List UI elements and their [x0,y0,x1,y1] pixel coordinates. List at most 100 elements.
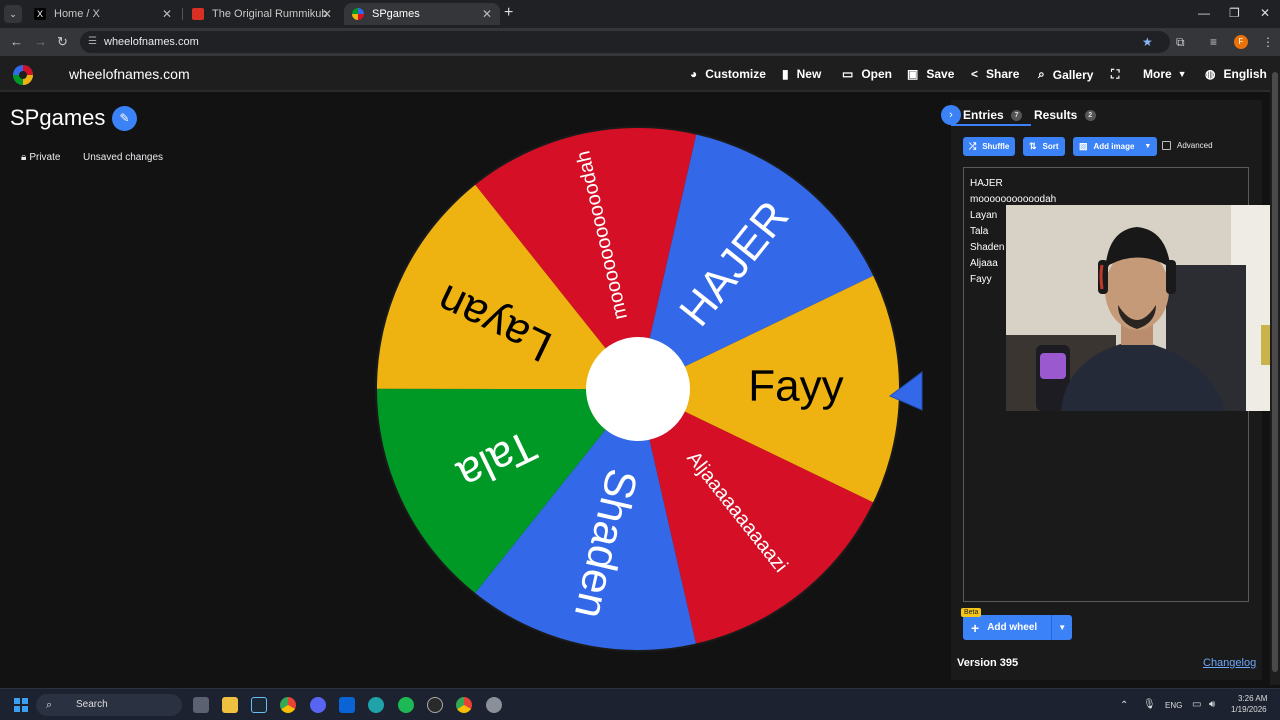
button-label: Add wheel [987,622,1038,633]
shuffle-icon: ⤮ [969,141,977,151]
tab-results[interactable]: Results 2 [1034,108,1096,122]
save-button[interactable]: ▣ Save [907,67,954,81]
tab-search-button[interactable]: ⌄ [4,5,22,23]
advanced-checkbox[interactable]: Advanced [1162,141,1213,150]
bookmark-star-icon[interactable]: ★ [1142,35,1153,49]
steam-icon[interactable] [251,697,267,713]
unsaved-status-chip: Unsaved changes [79,149,167,165]
menu-label: Open [861,67,893,81]
chrome-icon[interactable] [280,697,296,713]
media-icon[interactable]: ≡ [1210,35,1217,49]
document-icon: ▮ [782,67,789,81]
window-close-icon[interactable]: ✕ [1260,6,1270,20]
entries-count-badge: 7 [1011,110,1023,122]
x-logo-icon: X [34,8,46,20]
changelog-link[interactable]: Changelog [1203,657,1256,669]
webcam-person-image [1006,205,1280,411]
spin-wheel[interactable]: HAJERmooooooooooodahLayanTalaShaden Aljaa… [370,122,930,662]
close-icon[interactable]: ✕ [322,7,332,21]
menu-label: Share [986,67,1020,81]
extensions-icon[interactable]: ⧉ [1176,35,1185,50]
browser-tab-x[interactable]: X Home / X ✕ [26,3,180,25]
url-text: wheelofnames.com [104,36,199,48]
scrollbar-thumb[interactable] [1272,72,1278,672]
sort-button[interactable]: ⇅ Sort [1023,137,1065,156]
results-count-badge: 2 [1084,110,1096,122]
mail-icon[interactable] [339,697,355,713]
button-label: Add image [1093,142,1135,151]
search-icon: ⌕ [46,699,53,711]
obs-icon[interactable] [427,697,443,713]
forward-icon[interactable]: → [34,34,47,49]
edit-title-button[interactable]: ✎ [112,106,137,131]
checkbox-label: Advanced [1177,141,1213,150]
site-info-icon[interactable]: ☰ [88,31,97,53]
task-view-icon[interactable] [193,697,209,713]
wheel-title: SPgames [10,105,106,130]
browser-tab-spgames[interactable]: SPgames ✕ [344,3,500,25]
tab-entries[interactable]: Entries 7 [963,108,1023,122]
close-icon[interactable]: ✕ [482,7,492,21]
language-indicator[interactable]: ENG [1165,701,1182,710]
edge-icon[interactable] [368,697,384,713]
wheel-slice-label: Fayy [748,362,843,411]
volume-icon[interactable]: 🔊︎ [1209,699,1215,710]
file-explorer-icon[interactable] [222,697,238,713]
privacy-chip[interactable]: 🔒︎ Private [17,149,64,165]
site-name[interactable]: wheelofnames.com [69,66,190,82]
profile-avatar[interactable]: F [1234,35,1248,49]
customize-button[interactable]: ◕ Customize [690,67,766,81]
clock-time[interactable]: 3:26 AM [1238,694,1267,703]
open-button[interactable]: ▭ Open [842,67,892,81]
reload-icon[interactable]: ↻ [57,34,68,50]
settings-icon[interactable] [486,697,502,713]
microphone-icon[interactable]: 🎙︎ [1143,699,1156,710]
language-button[interactable]: ◍ English [1205,67,1267,81]
spotify-icon[interactable] [398,697,414,713]
discord-icon[interactable] [310,697,326,713]
plus-icon: + [971,619,980,636]
address-bar[interactable]: ☰ wheelofnames.com [80,31,1170,53]
taskbar-search[interactable]: ⌕ Search [36,694,182,716]
new-button[interactable]: ▮ New [782,67,821,81]
tab-title: Home / X [54,8,100,20]
tab-divider [182,8,183,20]
more-button[interactable]: More ▼ [1143,67,1187,81]
minimize-icon[interactable]: — [1198,6,1210,20]
chevron-down-icon[interactable]: ▼ [1052,623,1072,632]
pencil-icon: ✎ [119,111,130,125]
menu-label: Save [926,67,955,81]
chevron-right-icon: › [949,109,953,121]
new-tab-button[interactable]: + [504,4,513,22]
checkbox-box[interactable] [1162,141,1171,150]
browser-tab-bar: ⌄ X Home / X ✕ The Original Rummikub ✕ S… [0,0,1280,28]
add-image-button[interactable]: ▨ Add image ▼ [1073,137,1158,156]
add-wheel-main[interactable]: + Add wheel [963,615,1053,640]
privacy-label: Private [29,151,61,163]
network-icon[interactable]: ▭ [1192,699,1201,710]
wheel-favicon-icon [352,8,364,20]
page-scrollbar[interactable] [1270,60,1280,685]
gallery-button[interactable]: ⌕ Gallery [1038,67,1093,82]
menu-label: New [796,67,822,81]
chrome-profile-icon[interactable] [456,697,472,713]
tray-chevron-icon[interactable]: ⌃ [1120,700,1128,711]
share-button[interactable]: < Share [971,67,1019,81]
browser-tab-rummikub[interactable]: The Original Rummikub ✕ [184,3,340,25]
kebab-menu-icon[interactable]: ⋮ [1262,35,1274,49]
shuffle-button[interactable]: ⤮ Shuffle [963,137,1016,156]
add-wheel-button[interactable]: + Add wheel ▼ [963,615,1073,640]
windows-start-icon[interactable] [14,698,28,712]
close-icon[interactable]: ✕ [162,7,172,21]
clock-date[interactable]: 1/19/2026 [1231,705,1267,714]
browser-toolbar: ← → ↻ ☰ wheelofnames.com ★ ⧉ ≡ F ⋮ [0,28,1280,56]
fullscreen-button[interactable]: ⛶ [1111,67,1127,82]
maximize-icon[interactable]: ❐ [1229,6,1240,20]
back-icon[interactable]: ← [10,34,23,49]
version-label: Version 395 [957,657,1019,669]
wheel-center-button[interactable] [586,337,690,441]
menu-label: Gallery [1052,67,1094,82]
wheel-logo-icon[interactable] [12,64,34,86]
chevron-down-icon: ▼ [1177,69,1187,79]
collapse-sidebar-button[interactable]: › [941,105,961,125]
